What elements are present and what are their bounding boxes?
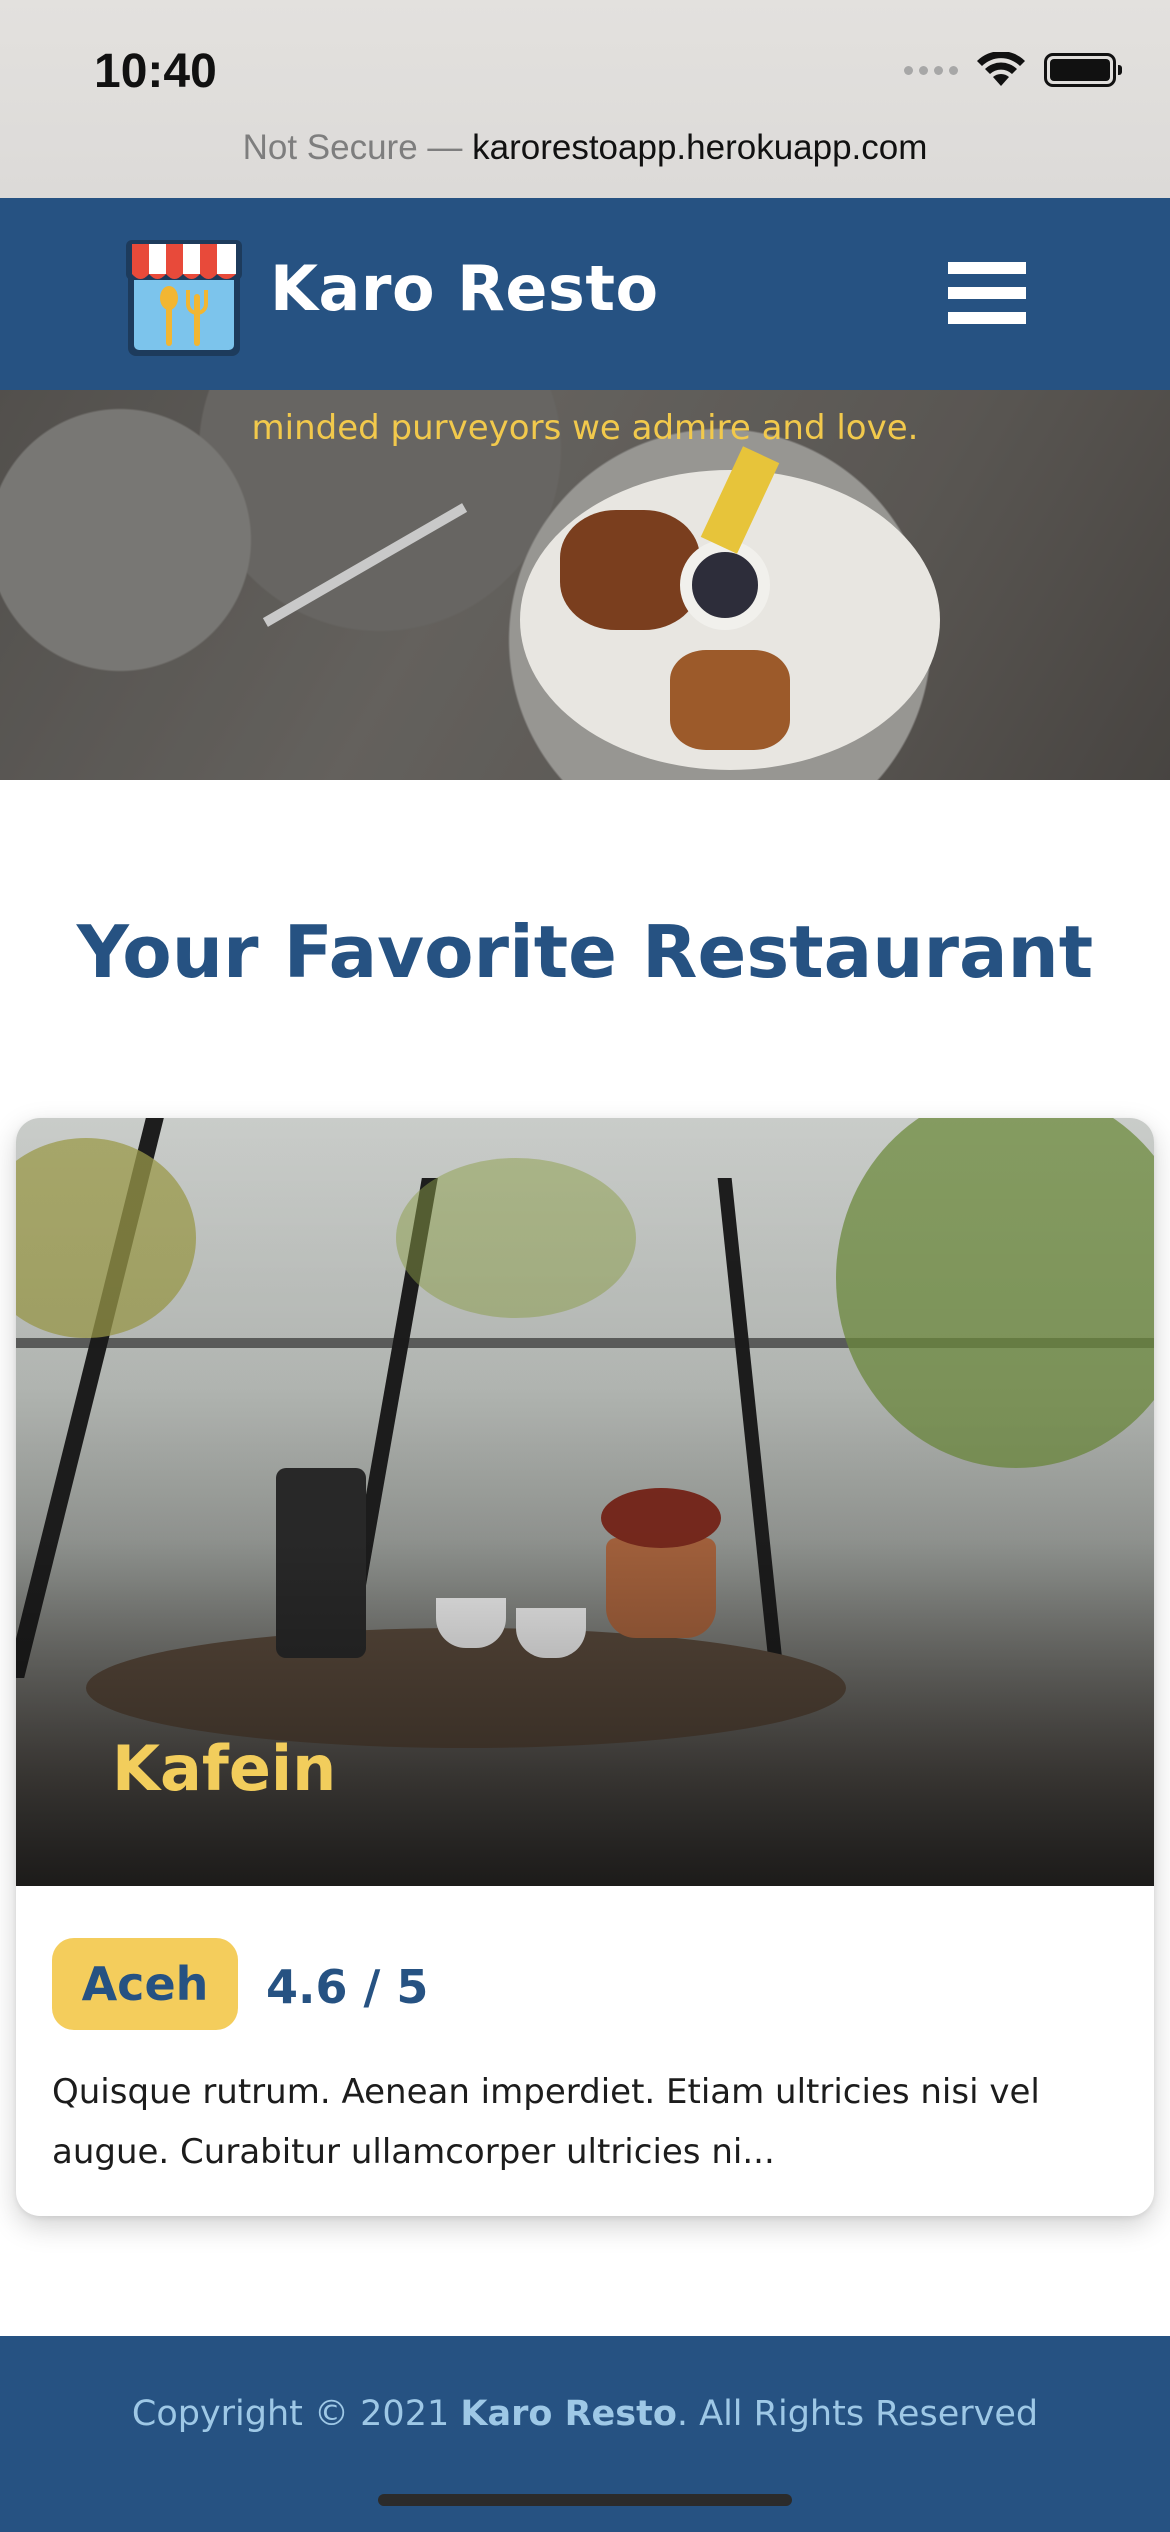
restaurant-image[interactable]: Kafein (16, 1118, 1154, 1886)
status-time: 10:40 (94, 45, 217, 98)
security-label: Not Secure — (242, 128, 463, 167)
rating-text: 4.6 / 5 (266, 1960, 429, 2014)
signal-icon (904, 65, 958, 75)
restaurant-name[interactable]: Kafein (112, 1732, 336, 1805)
footer-suffix: . All Rights Reserved (676, 2394, 1039, 2434)
hero-bowl (680, 540, 770, 630)
hamburger-icon[interactable] (948, 262, 1026, 324)
restaurant-description: Quisque rutrum. Aenean imperdiet. Etiam … (52, 2072, 1040, 2172)
footer-copyright: Copyright © 2021 Karo Resto. All Rights … (0, 2394, 1170, 2434)
store-icon[interactable] (122, 228, 246, 360)
home-indicator[interactable] (378, 2494, 792, 2506)
app-header: Karo Resto (0, 198, 1170, 390)
section-title: Your Favorite Restaurant (76, 910, 1094, 994)
hero-food (560, 510, 700, 630)
hero-banner: minded purveyors we admire and love. (0, 390, 1170, 780)
restaurant-card[interactable]: Kafein Aceh 4.6 / 5 Quisque rutrum. Aene… (16, 1118, 1154, 2216)
address-bar[interactable]: Not Secure — karorestoapp.herokuapp.com (0, 128, 1170, 168)
hero-tagline: minded purveyors we admire and love. (251, 408, 919, 448)
footer-brand: Karo Resto (460, 2394, 677, 2434)
status-icons (904, 52, 1122, 88)
hero-food (670, 650, 790, 750)
restaurant-info: Aceh 4.6 / 5 Quisque rutrum. Aenean impe… (16, 1886, 1154, 2216)
wifi-icon (977, 52, 1025, 86)
status-bar: 10:40 Not Secure — karorestoapp.herokuap… (0, 0, 1170, 198)
battery-icon (1044, 53, 1122, 87)
hero-cutlery (262, 503, 468, 627)
footer-prefix: Copyright © 2021 (131, 2394, 461, 2434)
brand-name[interactable]: Karo Resto (270, 252, 659, 325)
url-text: karorestoapp.herokuapp.com (472, 128, 928, 167)
city-badge: Aceh (52, 1938, 238, 2030)
